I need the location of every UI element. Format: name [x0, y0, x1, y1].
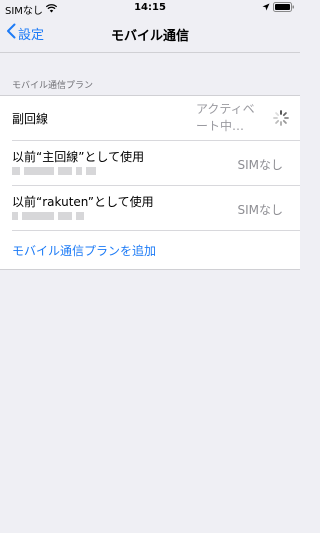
redacted-number [12, 212, 104, 221]
location-icon [262, 3, 270, 14]
plan-label: 副回線 [12, 112, 49, 126]
add-plan-row[interactable]: モバイル通信プランを追加 [0, 231, 300, 269]
sim-status: SIMなし [237, 203, 283, 217]
plan-row-former-primary[interactable]: 以前“主回線”として使用 SIMなし [0, 141, 300, 186]
spinner-icon [272, 109, 290, 127]
plan-row-former-rakuten[interactable]: 以前“rakuten”として使用 SIMなし [0, 186, 300, 231]
section-header: モバイル通信プラン [12, 81, 94, 91]
plan-row-secondary[interactable]: 副回線 アクティベート中… [0, 96, 300, 141]
redacted-number [12, 167, 104, 176]
page-title: モバイル通信 [110, 29, 189, 44]
plan-label: 以前“rakuten”として使用 [12, 195, 154, 209]
plan-list: 副回線 アクティベート中… 以前“主回線”として使用 SIMなし 以前“raku… [0, 95, 300, 270]
status-bar: SIMなし 14:15 [0, 0, 300, 17]
status-time: 14:15 [134, 2, 166, 13]
activating-status: アクティベート中… [196, 102, 255, 133]
add-plan-link[interactable]: モバイル通信プランを追加 [12, 242, 156, 259]
status-right [262, 2, 295, 15]
navigation-bar: 設定 モバイル通信 [0, 16, 300, 53]
battery-icon [273, 2, 295, 15]
plan-label: 以前“主回線”として使用 [12, 150, 145, 164]
sim-status: SIMなし [237, 158, 283, 172]
